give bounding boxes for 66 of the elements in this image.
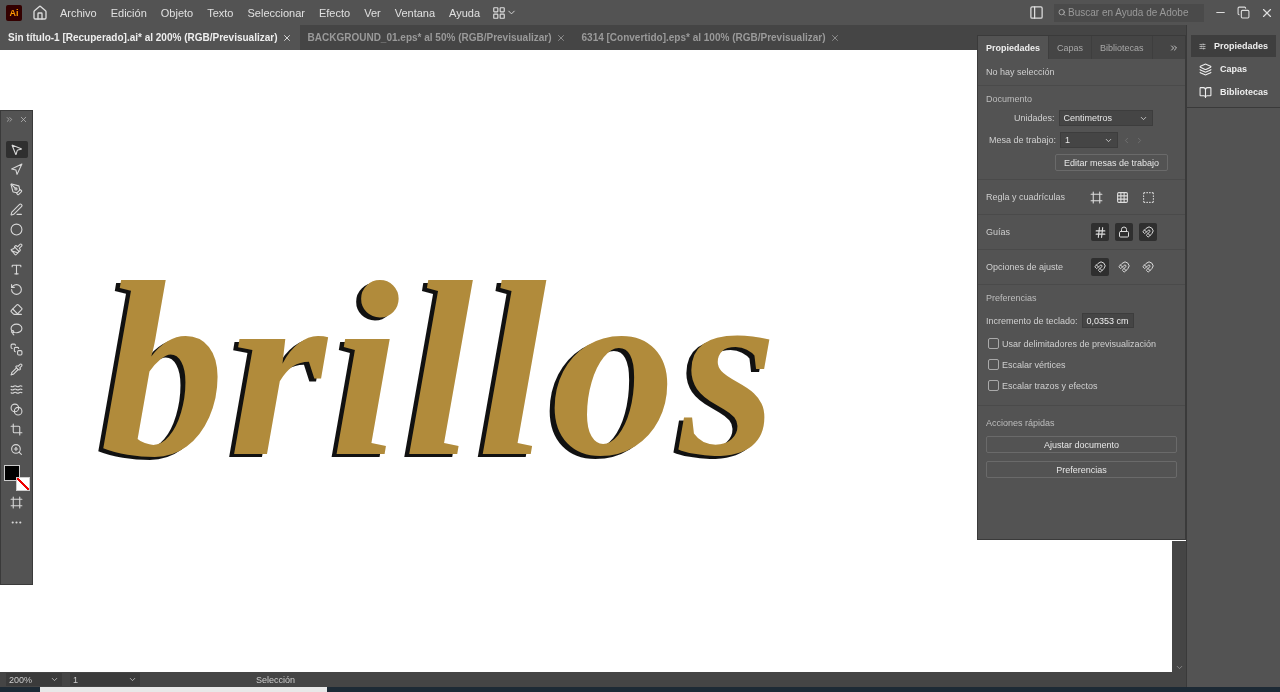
dock-item[interactable]: Bibliotecas (1191, 81, 1276, 103)
status-text: Selección (256, 674, 296, 685)
artwork-lettering: brillos (100, 245, 781, 495)
action-button[interactable]: Ajustar documento (986, 436, 1177, 453)
document-tab[interactable]: BACKGROUND_01.eps* al 50% (RGB/Previsualizar) (299, 25, 574, 50)
workspace-icon[interactable] (492, 5, 518, 20)
checkbox-label: Escalar vértices (1002, 359, 1066, 370)
fill-stroke-swatch[interactable] (3, 465, 30, 491)
checkbox[interactable] (988, 380, 999, 391)
search-field[interactable]: Buscar en Ayuda de Adobe (1054, 3, 1204, 22)
checkbox[interactable] (988, 338, 999, 349)
keyboard-increment-label: Incremento de teclado: (986, 315, 1078, 326)
action-button[interactable]: Preferencias (986, 461, 1177, 478)
menu-item[interactable]: Ventana (392, 6, 438, 19)
snap-icon[interactable] (1091, 258, 1109, 276)
home-icon[interactable] (32, 4, 48, 21)
snap-icon[interactable] (1115, 258, 1133, 276)
checkbox[interactable] (988, 359, 999, 370)
units-dropdown[interactable]: Centimetros (1058, 110, 1153, 126)
guides-label: Guías (986, 227, 1010, 237)
restore-icon[interactable] (1237, 6, 1250, 19)
menu-item[interactable]: Objeto (158, 6, 196, 19)
artboard-dropdown[interactable]: 1 (1060, 132, 1119, 148)
close-icon[interactable] (19, 115, 28, 124)
checkbox-label: Usar delimitadores de previsualización (1002, 338, 1157, 349)
menu-item[interactable]: Efecto (316, 6, 353, 19)
close-icon[interactable] (281, 32, 292, 43)
dock-item[interactable]: Capas (1191, 58, 1276, 80)
checkbox-label: Escalar trazos y efectos (1002, 380, 1098, 391)
section-heading: Acciones rápidas (986, 418, 1056, 428)
pointer-icon[interactable] (5, 141, 28, 158)
app-logo: Ai (6, 4, 22, 21)
section-heading: Preferencias (986, 293, 1038, 303)
panel-tab[interactable]: Bibliotecas (1092, 36, 1153, 59)
menu-item[interactable]: Ayuda (447, 6, 483, 19)
menu-item[interactable]: Ver (362, 6, 383, 19)
snap-label: Opciones de ajuste (986, 262, 1064, 272)
close-icon[interactable] (555, 32, 566, 43)
rulers-label: Regla y cuadrículas (986, 192, 1066, 202)
search-icon (1058, 7, 1066, 18)
zoom-field[interactable]: 200% (6, 673, 62, 686)
lock-icon[interactable] (1115, 223, 1133, 241)
artboard-label: Mesa de trabajo: (989, 135, 1057, 145)
units-label: Unidades: (1014, 113, 1055, 123)
document-tab[interactable]: 6314 [Convertido].eps* al 100% (RGB/Previsualizar) (573, 25, 848, 50)
menu-item[interactable]: Edición (108, 6, 149, 19)
document-tab[interactable]: Sin título-1 [Recuperado].ai* al 200% (RGB/Previsualizar) (0, 25, 300, 50)
panel-tab[interactable]: Capas (1049, 36, 1093, 59)
panel-icon[interactable] (1029, 5, 1044, 20)
section-heading: Documento (986, 94, 1034, 104)
menu-item[interactable]: Texto (205, 6, 236, 19)
selection-status: No hay selección (986, 67, 1056, 77)
artboard-field[interactable]: 1 (70, 673, 140, 686)
caret-icon[interactable] (128, 675, 137, 684)
menu-item[interactable]: Archivo (58, 6, 99, 19)
close-icon[interactable] (829, 32, 840, 43)
layers-icon (1199, 62, 1212, 76)
guides-icon[interactable] (1091, 223, 1109, 241)
caret-icon[interactable] (50, 675, 59, 684)
panel-tab[interactable]: Propiedades (978, 36, 1050, 59)
menu-item[interactable]: Seleccionar (245, 6, 307, 19)
keyboard-increment-field[interactable]: 0,0353 cm (1081, 313, 1134, 328)
edit-artboards-button[interactable]: Editar mesas de trabajo (1055, 154, 1168, 171)
book-icon (1199, 85, 1212, 99)
dock-item[interactable]: Propiedades (1191, 35, 1276, 57)
snap-icon[interactable] (1139, 258, 1157, 276)
